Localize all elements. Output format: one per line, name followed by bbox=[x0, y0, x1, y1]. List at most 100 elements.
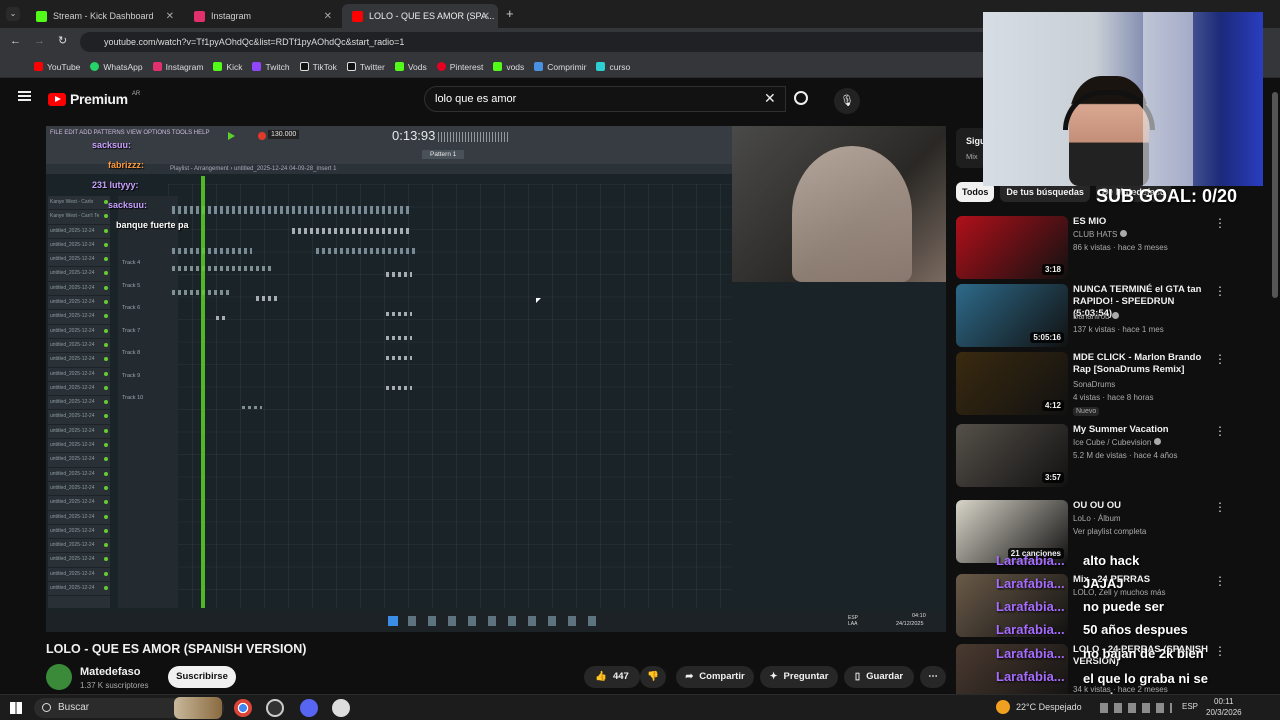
channel-name[interactable]: LoLo · Álbum bbox=[1073, 514, 1121, 523]
discord-icon[interactable] bbox=[300, 699, 318, 717]
tab-label: Stream - Kick Dashboard bbox=[53, 11, 154, 21]
recommendation-item[interactable]: 5:05:16 NUNCA TERMINÉ el GTA tan RAPIDO! … bbox=[956, 284, 1246, 348]
video-title[interactable]: ES MIO bbox=[1073, 216, 1213, 228]
save-button[interactable]: ▯ Guardar bbox=[844, 666, 914, 688]
thumbs-down-icon: 👎 bbox=[647, 671, 659, 682]
reload-icon[interactable]: ↻ bbox=[58, 34, 67, 47]
bookmark-label: curso bbox=[609, 61, 631, 72]
whatsapp-icon bbox=[90, 62, 100, 71]
video-thumbnail[interactable]: 4:12 bbox=[956, 352, 1068, 415]
more-actions-button[interactable]: ⋯ bbox=[920, 666, 946, 688]
close-tab-icon[interactable]: ✕ bbox=[482, 11, 490, 22]
save-label: Guardar bbox=[866, 671, 904, 682]
obs-icon[interactable] bbox=[266, 699, 284, 717]
app-icon[interactable] bbox=[332, 699, 350, 717]
fl-channel-row: untitled_2025-12-24 bbox=[48, 410, 110, 425]
more-options-icon[interactable]: ⋮ bbox=[1214, 216, 1226, 230]
duration-badge: 3:57 bbox=[1041, 472, 1064, 483]
close-tab-icon[interactable]: ✕ bbox=[324, 11, 332, 22]
search-icon[interactable] bbox=[794, 91, 808, 105]
fl-playlist-grid bbox=[168, 184, 732, 608]
taskbar-widget-icon[interactable] bbox=[174, 697, 222, 719]
clock-time[interactable]: 00:11 bbox=[1214, 697, 1233, 706]
bookmark-vods-2[interactable]: vods bbox=[493, 62, 524, 72]
channel-name[interactable]: Ice Cube / Cubevision bbox=[1073, 438, 1161, 447]
bookmark-curso[interactable]: curso bbox=[596, 62, 630, 72]
more-options-icon[interactable]: ⋮ bbox=[1214, 644, 1226, 658]
bookmark-whatsapp[interactable]: WhatsApp bbox=[90, 62, 143, 72]
clock-date[interactable]: 20/3/2026 bbox=[1206, 708, 1242, 717]
fl-clip bbox=[256, 296, 278, 301]
channel-name[interactable]: SonaDrums bbox=[1073, 380, 1115, 389]
bookmark-kick[interactable]: Kick bbox=[213, 62, 242, 72]
recommendation-item[interactable]: 3:57 My Summer Vacation Ice Cube / Cubevis… bbox=[956, 424, 1246, 488]
microphone-icon[interactable]: 🎙 bbox=[834, 88, 860, 114]
fl-menu: FILE EDIT ADD PATTERNS VIEW OPTIONS TOOL… bbox=[50, 130, 210, 136]
bookmark-youtube[interactable]: YouTube bbox=[34, 62, 80, 72]
fl-play-icon bbox=[228, 132, 236, 140]
verified-icon bbox=[1153, 438, 1161, 445]
bookmark-twitch[interactable]: Twitch bbox=[252, 62, 290, 72]
more-options-icon[interactable]: ⋮ bbox=[1214, 574, 1226, 588]
bookmark-vods[interactable]: Vods bbox=[394, 62, 427, 72]
instagram-icon bbox=[152, 62, 162, 71]
tab-youtube-video[interactable]: LOLO - QUE ES AMOR (SPA... ✕ bbox=[342, 4, 498, 28]
youtube-logo[interactable]: Premium AR bbox=[48, 91, 140, 107]
windows-start-icon[interactable] bbox=[10, 702, 22, 714]
more-options-icon[interactable]: ⋮ bbox=[1214, 284, 1226, 298]
chat-message: 50 años despues bbox=[1083, 622, 1188, 637]
tab-kick-dashboard[interactable]: Stream - Kick Dashboard ✕ bbox=[26, 4, 182, 28]
like-button[interactable]: 👍 447 bbox=[584, 666, 640, 688]
clear-search-icon[interactable]: ✕ bbox=[764, 90, 776, 107]
video-thumbnail[interactable]: 5:05:16 bbox=[956, 284, 1068, 347]
channel-name[interactable]: CLUB HATS bbox=[1073, 230, 1127, 239]
tab-instagram[interactable]: Instagram ✕ bbox=[184, 4, 340, 28]
subscribe-button[interactable]: Suscribirse bbox=[168, 666, 236, 688]
chat-username: Larafabia... bbox=[996, 553, 1065, 568]
fl-clip bbox=[386, 336, 412, 340]
inner-chat-line: sacksuu: bbox=[108, 200, 148, 210]
menu-icon[interactable] bbox=[18, 91, 31, 101]
bookmark-instagram[interactable]: Instagram bbox=[152, 62, 203, 72]
video-thumbnail[interactable]: 3:57 bbox=[956, 424, 1068, 487]
close-tab-icon[interactable]: ✕ bbox=[166, 11, 174, 22]
video-title[interactable]: OU OU OU bbox=[1073, 500, 1213, 512]
more-options-icon[interactable]: ⋮ bbox=[1214, 352, 1226, 366]
page-scrollbar[interactable] bbox=[1272, 92, 1278, 298]
video-player[interactable]: FILE EDIT ADD PATTERNS VIEW OPTIONS TOOL… bbox=[46, 126, 946, 632]
back-icon[interactable]: ← bbox=[10, 35, 21, 47]
video-meta: 5.2 M de vistas · hace 4 años bbox=[1073, 451, 1178, 460]
chat-message: no bajan de 2k bien bbox=[1083, 646, 1204, 661]
bookmark-comprimir[interactable]: Comprimir bbox=[534, 62, 586, 72]
chrome-icon[interactable] bbox=[234, 699, 252, 717]
recommendation-item[interactable]: 3:18 ES MIO CLUB HATS 86 k vistas · hace 3… bbox=[956, 216, 1246, 280]
thumbs-up-icon: 👍 bbox=[595, 671, 607, 682]
bookmark-pinterest[interactable]: Pinterest bbox=[436, 62, 483, 72]
channel-name[interactable]: Bananirou bbox=[1073, 312, 1119, 321]
channel-name[interactable]: Matedefaso bbox=[80, 666, 141, 678]
recommendation-item[interactable]: 4:12 MDE CLICK - Marlon Brando Rap [SonaD… bbox=[956, 352, 1246, 416]
bookmark-twitter[interactable]: Twitter bbox=[346, 62, 385, 72]
video-thumbnail[interactable]: 3:18 bbox=[956, 216, 1068, 279]
more-options-icon[interactable]: ⋮ bbox=[1214, 500, 1226, 514]
inner-chat-line: 231 lutyyy: bbox=[92, 180, 139, 190]
fl-channel-row: untitled_2025-12-24 bbox=[48, 339, 110, 354]
share-button[interactable]: ➦ Compartir bbox=[676, 666, 754, 688]
channel-avatar[interactable] bbox=[46, 664, 72, 690]
new-tab-button[interactable]: + bbox=[506, 6, 514, 21]
language-indicator[interactable]: ESP bbox=[1182, 702, 1198, 711]
more-options-icon[interactable]: ⋮ bbox=[1214, 424, 1226, 438]
inner-webcam-person bbox=[792, 146, 912, 282]
weather-text[interactable]: 22°C Despejado bbox=[1016, 702, 1082, 712]
instagram-icon bbox=[194, 10, 205, 22]
video-title[interactable]: MDE CLICK - Marlon Brando Rap [SonaDrums… bbox=[1073, 352, 1213, 376]
forward-icon[interactable]: → bbox=[34, 35, 45, 47]
search-input[interactable]: lolo que es amor bbox=[424, 86, 786, 112]
ask-button[interactable]: ✦ Preguntar bbox=[760, 666, 838, 688]
bookmark-tiktok[interactable]: TikTok bbox=[299, 62, 337, 72]
tab-search-icon[interactable]: ⌄ bbox=[6, 7, 20, 21]
video-title[interactable]: My Summer Vacation bbox=[1073, 424, 1213, 436]
dislike-button[interactable]: 👎 bbox=[640, 666, 666, 688]
bookmark-label: Kick bbox=[226, 61, 243, 72]
fl-clip bbox=[216, 316, 226, 320]
